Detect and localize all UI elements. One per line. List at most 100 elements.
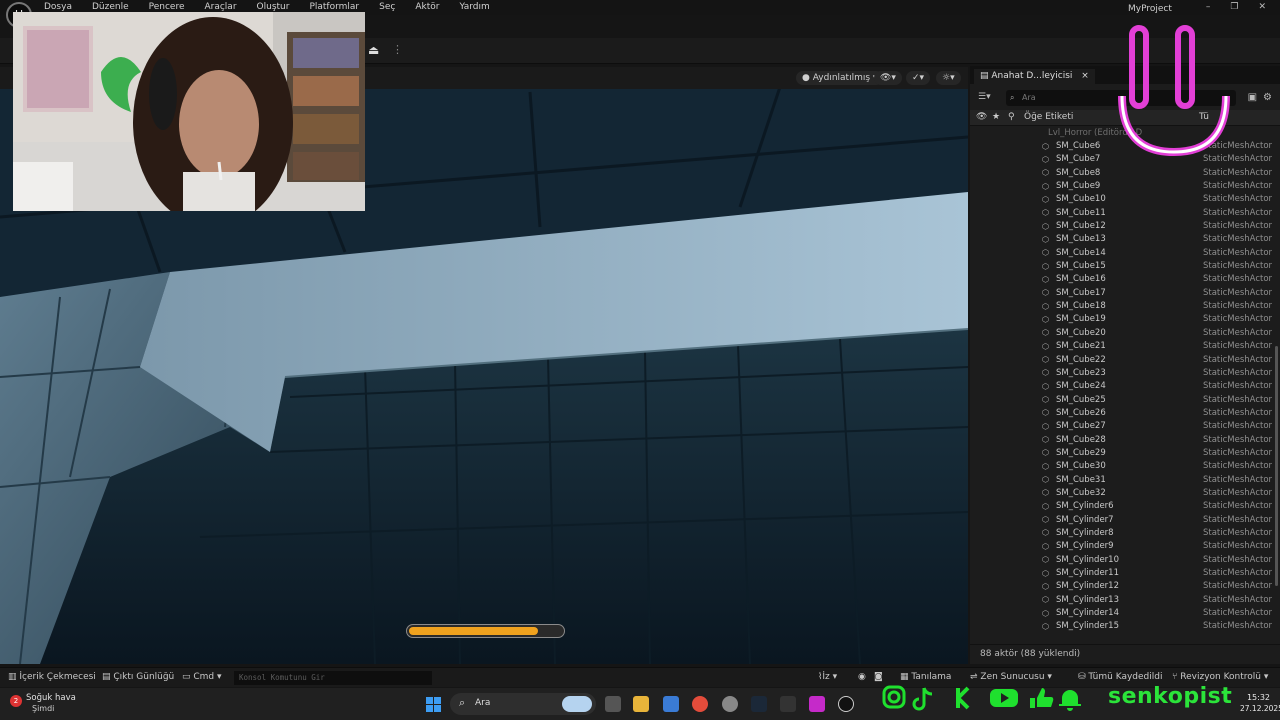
close-button[interactable]: ✕	[1258, 2, 1266, 12]
outliner-row[interactable]: ⬡ SM_Cube27 StaticMeshActor	[970, 420, 1280, 433]
store-icon[interactable]	[663, 696, 679, 712]
outliner-row[interactable]: ⬡ SM_Cylinder13 StaticMeshActor	[970, 593, 1280, 606]
outliner-row[interactable]: ⬡ SM_Cylinder15 StaticMeshActor	[970, 620, 1280, 633]
outliner-row[interactable]: ⬡ SM_Cube25 StaticMeshActor	[970, 393, 1280, 406]
outliner-row[interactable]: ⬡ SM_Cube14 StaticMeshActor	[970, 246, 1280, 259]
add-folder-icon[interactable]: ▣	[1248, 92, 1257, 103]
transform-tools-button[interactable]: ✓▾	[906, 71, 931, 85]
actor-count: 88 aktör (88 yüklendi)	[980, 649, 1081, 659]
clock-date: 27.12.2025	[1240, 704, 1280, 713]
outliner-row[interactable]: ⬡ SM_Cylinder9 StaticMeshActor	[970, 540, 1280, 553]
outliner-row[interactable]: ⬡ SM_Cube15 StaticMeshActor	[970, 259, 1280, 272]
diagnostics-button[interactable]: ▦ Tanılama	[900, 672, 951, 682]
app-icon[interactable]	[809, 696, 825, 712]
lighting-mode-button[interactable]: ● Aydınlatılmış ▾	[796, 71, 884, 85]
outliner-row[interactable]: ⬡ SM_Cube20 StaticMeshActor	[970, 326, 1280, 339]
revision-control-button[interactable]: ⑂ Revizyon Kontrolü ▾	[1172, 672, 1268, 682]
outliner-row[interactable]: ⬡ SM_Cube16 StaticMeshActor	[970, 273, 1280, 286]
trace-button[interactable]: ⌇İz ▾	[818, 672, 837, 682]
console-command-input[interactable]: Konsol Komutunu Gir	[234, 671, 432, 685]
outliner-row[interactable]: ⬡ SM_Cube28 StaticMeshActor	[970, 433, 1280, 446]
outliner-row[interactable]: ⬡ SM_Cylinder12 StaticMeshActor	[970, 580, 1280, 593]
save-all-button[interactable]: ⛁ Tümü Kaydedildi	[1078, 672, 1162, 682]
outliner-row[interactable]: ⬡ SM_Cube21 StaticMeshActor	[970, 340, 1280, 353]
menu-select[interactable]: Seç	[379, 2, 395, 12]
outliner-row[interactable]: ⬡ SM_Cube22 StaticMeshActor	[970, 353, 1280, 366]
menu-help[interactable]: Yardım	[459, 2, 489, 12]
menu-actor[interactable]: Aktör	[415, 2, 439, 12]
outliner-row[interactable]: ⬡ SM_Cube17 StaticMeshActor	[970, 286, 1280, 299]
windows-start-icon[interactable]	[426, 697, 441, 712]
content-drawer-button[interactable]: ▥ İçerik Çekmecesi	[8, 672, 96, 682]
outliner-row[interactable]: ⬡ SM_Cube19 StaticMeshActor	[970, 313, 1280, 326]
actor-name: SM_Cylinder12	[1056, 581, 1119, 592]
outliner-row[interactable]: ⬡ SM_Cube10 StaticMeshActor	[970, 193, 1280, 206]
outliner-row[interactable]: ⬡ SM_Cylinder10 StaticMeshActor	[970, 553, 1280, 566]
outliner-row[interactable]: ⬡ SM_Cube29 StaticMeshActor	[970, 446, 1280, 459]
outliner-row[interactable]: ⬡ SM_Cylinder7 StaticMeshActor	[970, 513, 1280, 526]
record-icon[interactable]: ◉	[858, 672, 866, 682]
outliner-row[interactable]: ⬡ SM_Cube8 StaticMeshActor	[970, 166, 1280, 179]
actor-type: StaticMeshActor	[1203, 327, 1273, 338]
outliner-row[interactable]: ⬡ SM_Cube23 StaticMeshActor	[970, 366, 1280, 379]
chrome-icon[interactable]	[692, 696, 708, 712]
viewport-settings-button[interactable]: ☼▾	[936, 71, 961, 85]
item-label-column[interactable]: Öğe Etiketi	[1024, 112, 1073, 122]
outliner-row[interactable]: ⬡ SM_Cube32 StaticMeshActor	[970, 486, 1280, 499]
menu-file[interactable]: Dosya	[44, 2, 72, 12]
outliner-row[interactable]: ⬡ SM_Cube13 StaticMeshActor	[970, 233, 1280, 246]
outliner-row[interactable]: ⬡ SM_Cylinder6 StaticMeshActor	[970, 500, 1280, 513]
task-view-icon[interactable]	[605, 696, 621, 712]
static-mesh-icon: ⬡	[1042, 621, 1049, 631]
actor-name: SM_Cube23	[1056, 367, 1106, 378]
actor-type: StaticMeshActor	[1203, 394, 1273, 405]
cmd-dropdown[interactable]: ▭ Cmd ▾	[182, 672, 222, 682]
filter-icon[interactable]: ☰▾	[978, 92, 991, 102]
output-log-button[interactable]: ▤ Çıktı Günlüğü	[102, 672, 174, 682]
outliner-row[interactable]: ⬡ SM_Cube12 StaticMeshActor	[970, 219, 1280, 232]
outliner-row[interactable]: ⬡ SM_Cube18 StaticMeshActor	[970, 299, 1280, 312]
menu-tools[interactable]: Araçlar	[204, 2, 236, 12]
screenshot-icon[interactable]: ◙	[874, 672, 883, 682]
epic-games-icon[interactable]	[780, 696, 796, 712]
actor-type: StaticMeshActor	[1203, 514, 1273, 525]
taskbar-search[interactable]: ⌕ Ara	[450, 693, 596, 715]
actor-name: SM_Cube28	[1056, 434, 1106, 445]
outliner-row[interactable]: ⬡ SM_Cylinder11 StaticMeshActor	[970, 566, 1280, 579]
outliner-row[interactable]: ⬡ SM_Cylinder14 StaticMeshActor	[970, 606, 1280, 619]
unreal-engine-icon[interactable]	[838, 696, 854, 712]
zen-server-button[interactable]: ⇌ Zen Sunucusu ▾	[970, 672, 1052, 682]
menu-edit[interactable]: Düzenle	[92, 2, 129, 12]
outliner-row[interactable]: ⬡ SM_Cube31 StaticMeshActor	[970, 473, 1280, 486]
visibility-column-icon[interactable]: 👁	[976, 112, 987, 122]
menu-platforms[interactable]: Platformlar	[309, 2, 359, 12]
outliner-row[interactable]: ⬡ SM_Cube24 StaticMeshActor	[970, 380, 1280, 393]
github-icon[interactable]	[722, 696, 738, 712]
close-tab-icon[interactable]: ×	[1081, 71, 1089, 81]
actor-type: StaticMeshActor	[1203, 421, 1273, 432]
outliner-row[interactable]: ⬡ SM_Cube11 StaticMeshActor	[970, 206, 1280, 219]
show-flags-button[interactable]: 👁▾	[874, 71, 902, 85]
actor-type: StaticMeshActor	[1203, 261, 1273, 272]
maximize-button[interactable]: ❐	[1230, 2, 1238, 12]
minimize-button[interactable]: –	[1206, 2, 1211, 12]
settings-gear-icon[interactable]: ⚙	[1263, 92, 1272, 103]
menu-build[interactable]: Oluştur	[257, 2, 290, 12]
menu-window[interactable]: Pencere	[149, 2, 185, 12]
outliner-scrollbar[interactable]	[1275, 346, 1278, 586]
more-options-icon[interactable]: ⋮	[392, 43, 403, 56]
outliner-tab[interactable]: ▤ Anahat D...leyicisi ×	[974, 69, 1095, 84]
outliner-row[interactable]: ⬡ SM_Cylinder8 StaticMeshActor	[970, 526, 1280, 539]
outliner-row[interactable]: ⬡ SM_Cube30 StaticMeshActor	[970, 460, 1280, 473]
outliner-row[interactable]: ⬡ SM_Cube9 StaticMeshActor	[970, 179, 1280, 192]
outliner-row[interactable]: ⬡ SM_Cube26 StaticMeshActor	[970, 406, 1280, 419]
system-clock[interactable]: 15:32 27.12.2025	[1240, 693, 1280, 713]
eye-icon: 👁▾	[880, 73, 896, 83]
weather-widget[interactable]: 2 Soğuk hava Şimdi	[10, 693, 76, 713]
webcam-image	[13, 12, 365, 211]
eject-icon[interactable]: ⏏	[368, 43, 379, 57]
pin-column-icon[interactable]: ⚲	[1008, 112, 1015, 122]
steam-icon[interactable]	[751, 696, 767, 712]
favorite-column-icon[interactable]: ★	[992, 112, 1000, 122]
file-explorer-icon[interactable]	[633, 696, 649, 712]
